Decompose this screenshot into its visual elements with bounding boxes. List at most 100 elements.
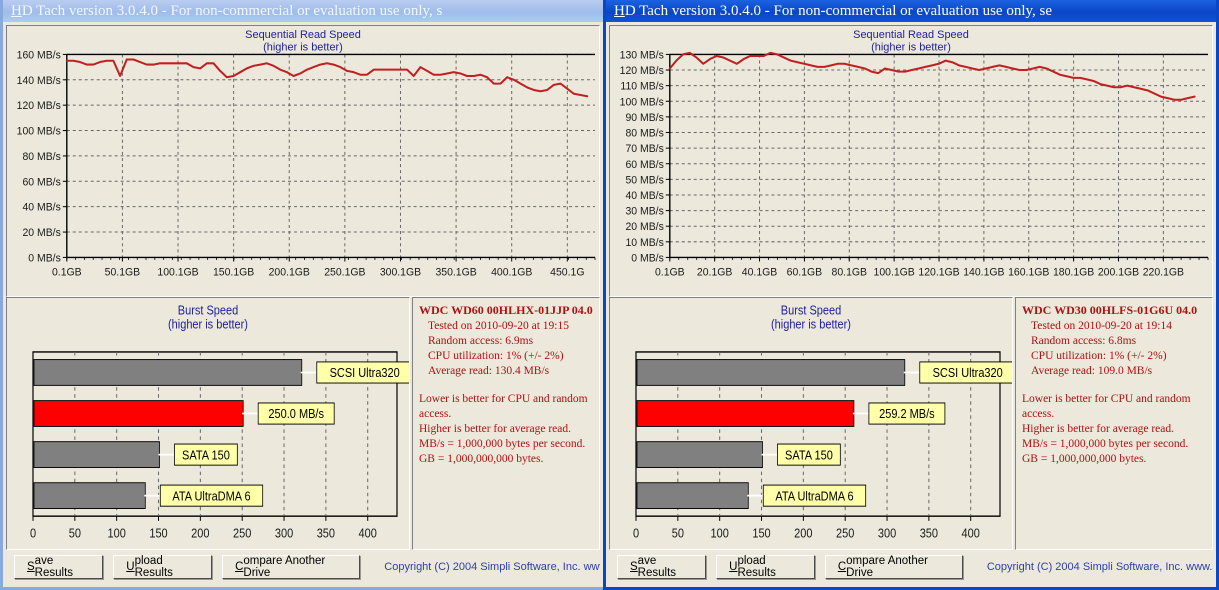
svg-text:ATA UltraDMA 6: ATA UltraDMA 6 [775,488,854,503]
note-gb-definition-left: GB = 1,000,000,000 bytes. [419,453,544,465]
svg-text:Sequential Read Speed: Sequential Read Speed [245,29,361,41]
svg-text:50 MB/s: 50 MB/s [625,174,663,186]
svg-text:400.1GB: 400.1GB [491,267,532,279]
svg-text:0: 0 [633,525,639,540]
svg-text:100: 100 [108,525,127,540]
compare-accel-right: C [837,561,847,573]
svg-text:60 MB/s: 60 MB/s [625,159,663,171]
info-spacer-left [419,379,593,392]
burst-chart-left: Burst Speed (higher is better) 0 50 100 150 20… [7,298,409,549]
cpu-utilization-left: CPU utilization: 1% (+/- 2%) [428,350,564,362]
sequential-chart-left: Sequential Read Speed (higher is better) 0… [7,26,599,296]
title-bar-left[interactable]: HD Tach version 3.0.4.0 - For non-commer… [3,0,603,22]
compare-another-drive-button-left[interactable]: Compare Another Drive [222,555,361,579]
svg-text:Sequential Read Speed: Sequential Read Speed [853,29,969,41]
cpu-utilization-right: CPU utilization: 1% (+/- 2%) [1031,350,1167,362]
save-label-right: ave Results [637,555,677,579]
save-results-button-left[interactable]: Save Results [14,555,104,579]
svg-text:250: 250 [233,525,252,540]
burst-chart-right: Burst Speed (higher is better) 0 50 100 150 20… [610,298,1012,549]
sequential-svg-left: Sequential Read Speed(higher is better) 0… [17,29,596,279]
compare-label-left: ompare Another Drive [243,555,326,579]
svg-text:120.1GB: 120.1GB [918,267,959,279]
svg-text:160.1GB: 160.1GB [1008,267,1049,279]
svg-text:350.1GB: 350.1GB [435,267,476,279]
svg-text:60.1GB: 60.1GB [787,267,822,279]
svg-text:100.1GB: 100.1GB [874,267,915,279]
compare-label-right: ompare Another Drive [846,555,928,579]
upload-results-button-left[interactable]: Upload Results [113,555,213,579]
title-text-left: D Tach version 3.0.4.0 - For non-commerc… [21,2,443,19]
lower-row-right: Burst Speed (higher is better) 0 50 100 150 20… [609,297,1213,550]
drive-info-panel-right: WDC WD30 00HLFS-01G6U 04.0 Tested on 201… [1015,297,1213,550]
upload-results-button-right[interactable]: Upload Results [716,555,815,579]
svg-text:259.2 MB/s: 259.2 MB/s [879,406,935,421]
compare-another-drive-button-right[interactable]: Compare Another Drive [824,555,963,579]
info-spacer-right [1022,379,1206,392]
svg-text:140.1GB: 140.1GB [963,267,1004,279]
svg-text:Burst Speed: Burst Speed [781,303,841,318]
svg-text:300: 300 [275,525,294,540]
svg-text:140 MB/s: 140 MB/s [17,75,61,87]
svg-text:(higher is better): (higher is better) [168,317,248,332]
upload-label-left: pload Results [134,555,173,579]
upload-accel-left: U [126,561,135,573]
svg-text:80.1GB: 80.1GB [832,267,867,279]
random-access-right: Random access: 6.8ms [1031,335,1137,347]
save-results-button-right[interactable]: Save Results [617,555,707,579]
svg-text:150.1GB: 150.1GB [213,267,254,279]
note-mbs-definition-left: MB/s = 1,000,000 bytes per second. [419,438,586,450]
title-accel-left: H [11,2,22,19]
svg-text:250.0 MB/s: 250.0 MB/s [268,406,324,421]
svg-text:100.1GB: 100.1GB [157,267,198,279]
svg-text:20 MB/s: 20 MB/s [625,221,663,233]
svg-text:200.1GB: 200.1GB [1098,267,1139,279]
svg-text:200.1GB: 200.1GB [269,267,310,279]
sequential-chart-right: Sequential Read Speed (higher is better) 0… [610,26,1212,296]
copyright-left: Copyright (C) 2004 Simpli Software, Inc.… [384,561,601,573]
svg-text:Burst Speed: Burst Speed [178,303,238,318]
tested-on-right: Tested on 2010-09-20 at 19:14 [1031,320,1173,332]
svg-text:80 MB/s: 80 MB/s [625,127,663,139]
svg-text:50.1GB: 50.1GB [105,267,140,279]
svg-text:40 MB/s: 40 MB/s [22,202,60,214]
svg-text:70 MB/s: 70 MB/s [625,143,663,155]
note-lower-better-right: Lower is better for CPU and random acces… [1022,393,1191,420]
svg-text:SATA 150: SATA 150 [182,447,230,462]
svg-text:0 MB/s: 0 MB/s [28,252,61,264]
drive-info-panel-left: WDC WD60 00HLHX-01JJP 04.0 Tested on 201… [412,297,600,550]
burst-svg-right: Burst Speed(higher is better) 0 50 100 150 20… [633,303,1012,540]
svg-text:(higher is better): (higher is better) [263,41,343,53]
drive-info-left: WDC WD60 00HLHX-01JJP 04.0 Tested on 201… [413,298,599,467]
save-label-left: ave Results [34,555,74,579]
svg-text:180.1GB: 180.1GB [1053,267,1094,279]
svg-text:400: 400 [962,525,981,540]
svg-text:200: 200 [794,525,813,540]
lower-row-left: Burst Speed (higher is better) 0 50 100 150 20… [6,297,600,550]
svg-text:SCSI Ultra320: SCSI Ultra320 [933,365,1004,380]
svg-text:90 MB/s: 90 MB/s [625,112,663,124]
svg-text:300.1GB: 300.1GB [380,267,421,279]
upload-label-right: pload Results [737,555,776,579]
svg-text:300: 300 [878,525,897,540]
drive-model-left: WDC WD60 00HLHX-01JJP 04.0 [419,303,593,317]
window-client-left: Sequential Read Speed (higher is better) 0… [3,22,603,587]
svg-text:10 MB/s: 10 MB/s [625,237,663,249]
svg-text:SATA 150: SATA 150 [785,447,833,462]
hdtach-window-left[interactable]: HD Tach version 3.0.4.0 - For non-commer… [0,0,606,590]
sequential-svg-right: Sequential Read Speed(higher is better) 0… [620,29,1209,279]
title-bar-right[interactable]: HD Tach version 3.0.4.0 - For non-commer… [606,0,1216,22]
svg-text:120 MB/s: 120 MB/s [17,100,61,112]
button-bar-right: Save Results Upload Results Compare Anot… [609,550,1213,584]
svg-text:130 MB/s: 130 MB/s [620,49,664,61]
svg-text:150: 150 [149,525,168,540]
burst-speed-panel-right: Burst Speed (higher is better) 0 50 100 150 20… [609,297,1013,550]
svg-text:220.1GB: 220.1GB [1143,267,1184,279]
upload-accel-right: U [729,561,738,573]
drive-model-right: WDC WD30 00HLFS-01G6U 04.0 [1022,303,1198,317]
note-higher-better-left: Higher is better for average read. [419,423,571,435]
note-gb-definition-right: GB = 1,000,000,000 bytes. [1022,453,1147,465]
hdtach-window-right[interactable]: HD Tach version 3.0.4.0 - For non-commer… [603,0,1219,590]
svg-text:50: 50 [69,525,82,540]
svg-text:30 MB/s: 30 MB/s [625,206,663,218]
